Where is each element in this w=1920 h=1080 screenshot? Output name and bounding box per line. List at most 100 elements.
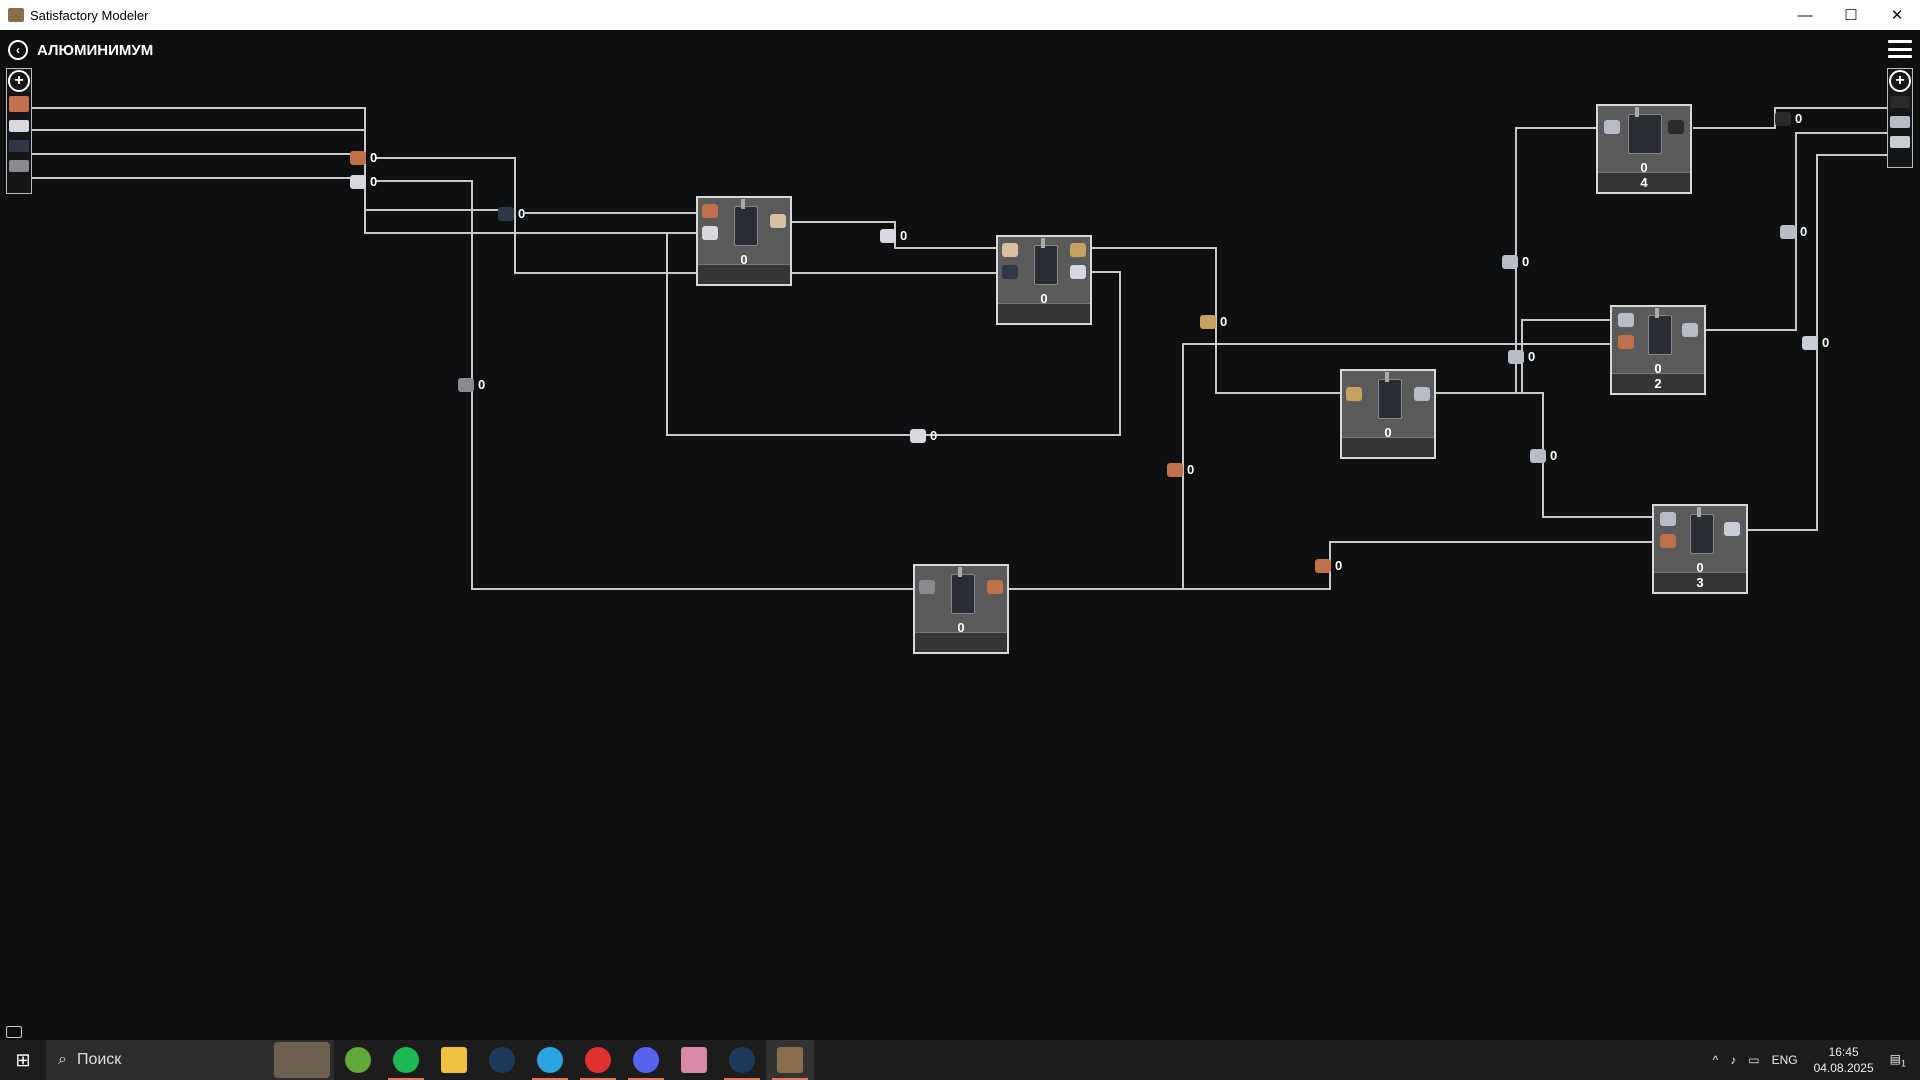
- constructor-node[interactable]: 0: [913, 564, 1009, 654]
- dark-ingot-icon: [1668, 120, 1684, 134]
- aluminum-ingot-icon: [1604, 120, 1620, 134]
- steam-2-icon: [729, 1047, 755, 1073]
- notification-count: 1: [1900, 1058, 1906, 1069]
- aluminum-ingot-icon: [1660, 512, 1676, 526]
- network-icon[interactable]: ▭: [1748, 1053, 1759, 1067]
- taskbar-app-yandex[interactable]: [574, 1040, 622, 1080]
- assembler-node-a[interactable]: 0 2: [1610, 305, 1706, 395]
- flow-copper-low[interactable]: 0: [1315, 558, 1342, 573]
- alumina-icon: [1070, 243, 1086, 257]
- aluminum-ingot-icon: [1530, 448, 1546, 463]
- flow-aluminum-ingot-c[interactable]: 0: [1530, 448, 1557, 463]
- language-indicator[interactable]: ENG: [1772, 1053, 1798, 1067]
- aluminum-casing-icon[interactable]: [1890, 136, 1910, 148]
- chevron-up-icon[interactable]: ^: [1713, 1053, 1719, 1067]
- copper-powder-icon: [1660, 534, 1676, 548]
- taskbar-app-utorrent[interactable]: [334, 1040, 382, 1080]
- volume-icon[interactable]: ♪: [1730, 1053, 1736, 1067]
- add-output-button[interactable]: +: [1889, 70, 1911, 92]
- taskbar-app-steam[interactable]: [478, 1040, 526, 1080]
- copper-powder-icon: [1618, 335, 1634, 349]
- taskbar-app-steam-2[interactable]: [718, 1040, 766, 1080]
- taskbar-app-telegram[interactable]: [526, 1040, 574, 1080]
- search-icon: ⌕: [58, 1051, 67, 1068]
- start-button[interactable]: ⊞: [0, 1040, 46, 1080]
- notification-icon[interactable]: ▤1: [1890, 1052, 1906, 1068]
- aluminum-sheet-icon: [1780, 224, 1796, 239]
- copper-powder-icon: [1167, 462, 1183, 477]
- copper-ore-icon[interactable]: [9, 96, 29, 112]
- flow-quartz-bottom[interactable]: 0: [910, 428, 937, 443]
- spotify-icon: [393, 1047, 419, 1073]
- manufacturer-icon: [1628, 107, 1662, 154]
- satisfactory-modeler-icon: [777, 1047, 803, 1073]
- assembler-icon: [1648, 308, 1672, 355]
- explorer-icon: [441, 1047, 467, 1073]
- flow-dark-out[interactable]: 0: [1775, 111, 1802, 126]
- flow-bauxite[interactable]: 0: [458, 377, 485, 392]
- taskbar-app-anime[interactable]: [670, 1040, 718, 1080]
- manufacturer-node[interactable]: 0 4: [1596, 104, 1692, 194]
- add-input-button[interactable]: +: [8, 70, 30, 92]
- system-tray: ^ ♪ ▭ ENG 16:45 04.08.2025 ▤1: [1707, 1040, 1920, 1080]
- steam-icon: [489, 1047, 515, 1073]
- search-highlight-image: [274, 1042, 330, 1078]
- flow-casing-out[interactable]: 0: [1802, 335, 1829, 350]
- production-canvas[interactable]: + + 0 0 0 0 0 0 0 0 0 0 0 0 0 0 0 0 0 0 …: [0, 0, 1920, 1030]
- bauxite-icon[interactable]: [9, 160, 29, 172]
- aluminum-sheet-icon: [1682, 323, 1698, 337]
- dark-ingot-icon: [1775, 111, 1791, 126]
- flow-sheet-out[interactable]: 0: [1780, 224, 1807, 239]
- taskbar-app-satisfactory-modeler[interactable]: [766, 1040, 814, 1080]
- flow-alumina[interactable]: 0: [1200, 314, 1227, 329]
- copper-powder-icon: [1315, 558, 1331, 573]
- taskbar-app-explorer[interactable]: [430, 1040, 478, 1080]
- aluminum-casing-icon: [1724, 522, 1740, 536]
- constructor-icon: [951, 567, 975, 614]
- aluminum-ingot-icon: [1502, 254, 1518, 269]
- bauxite-icon: [919, 580, 935, 594]
- assembler-node-b[interactable]: 0 3: [1652, 504, 1748, 594]
- refinery-icon: [734, 199, 758, 246]
- flow-copper-ore[interactable]: 0: [350, 150, 377, 165]
- input-port-panel: +: [6, 68, 32, 194]
- copper-ore-icon: [350, 150, 366, 165]
- flow-quartz-left[interactable]: 0: [350, 174, 377, 189]
- copper-ore-icon: [702, 204, 718, 218]
- flow-quartz-mid[interactable]: 0: [880, 228, 907, 243]
- telegram-icon: [537, 1047, 563, 1073]
- clock[interactable]: 16:45 04.08.2025: [1814, 1044, 1874, 1076]
- smelter-node[interactable]: 0: [1340, 369, 1436, 459]
- taskbar-app-discord[interactable]: [622, 1040, 670, 1080]
- quartz-icon: [880, 228, 896, 243]
- flow-aluminum-ingot-a[interactable]: 0: [1502, 254, 1529, 269]
- taskbar-app-spotify[interactable]: [382, 1040, 430, 1080]
- widgets-icon[interactable]: [6, 1026, 22, 1038]
- flow-copper-powder[interactable]: 0: [1167, 462, 1194, 477]
- smelter-icon: [1378, 372, 1402, 419]
- copper-powder-icon: [770, 214, 786, 228]
- aluminum-casing-icon: [1802, 335, 1818, 350]
- aluminum-sheet-icon[interactable]: [1890, 116, 1910, 128]
- refinery-node-1[interactable]: 0: [696, 196, 792, 286]
- quartz-icon: [910, 428, 926, 443]
- refinery-node-2[interactable]: 0: [996, 235, 1092, 325]
- quartz-icon: [702, 226, 718, 240]
- quartz-icon[interactable]: [9, 120, 29, 132]
- windows-taskbar: ⊞ ⌕ Поиск ^ ♪ ▭ ENG 16:45 04.08.2025 ▤1: [0, 1040, 1920, 1080]
- coal-icon[interactable]: [9, 140, 29, 152]
- quartz-icon: [350, 174, 366, 189]
- yandex-icon: [585, 1047, 611, 1073]
- quartz-icon: [1070, 265, 1086, 279]
- search-box[interactable]: ⌕ Поиск: [46, 1040, 334, 1080]
- flow-coal[interactable]: 0: [498, 206, 525, 221]
- flow-aluminum-ingot-b[interactable]: 0: [1508, 349, 1535, 364]
- windows-logo-icon: ⊞: [15, 1049, 31, 1070]
- aluminum-ingot-icon: [1508, 349, 1524, 364]
- dark-ingot-icon[interactable]: [1890, 96, 1910, 108]
- anime-app-icon: [681, 1047, 707, 1073]
- coal-icon: [498, 206, 514, 221]
- aluminum-ingot-icon: [1414, 387, 1430, 401]
- discord-icon: [633, 1047, 659, 1073]
- coal-icon: [1002, 265, 1018, 279]
